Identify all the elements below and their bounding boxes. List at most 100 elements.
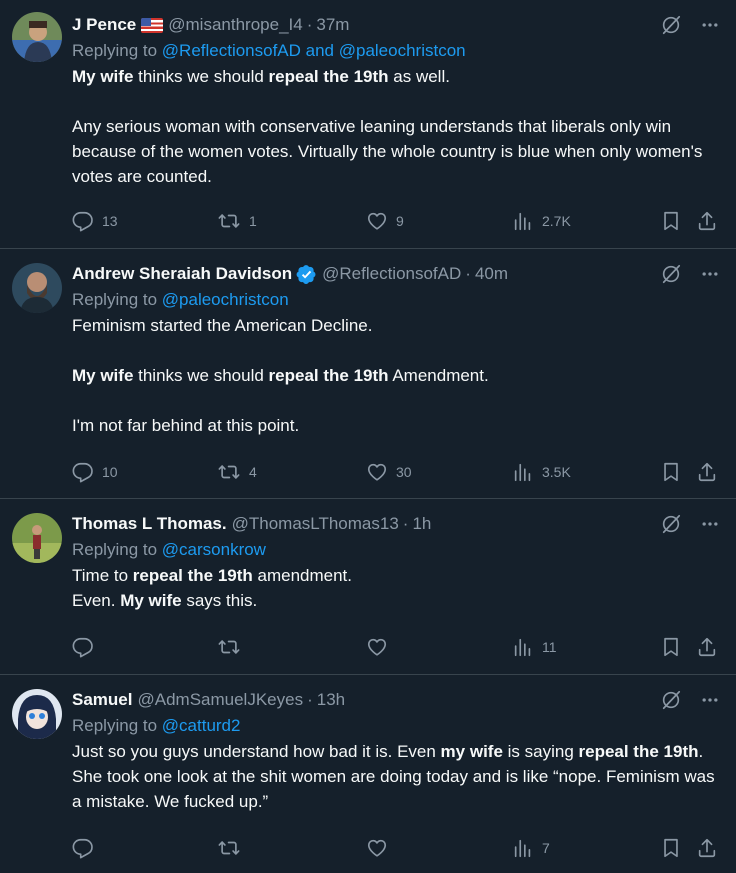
- tweet[interactable]: Andrew Sheraiah Davidson @ReflectionsofA…: [0, 249, 736, 499]
- repost-button[interactable]: [217, 836, 249, 860]
- tweet[interactable]: J Pence @misanthrope_I4 · 37m Replying t…: [0, 0, 736, 249]
- more-icon[interactable]: [700, 690, 720, 710]
- text-run: I'm not far behind at this point.: [72, 416, 300, 435]
- replying-to: Replying to @paleochristcon: [72, 287, 724, 313]
- view-count: 11: [542, 639, 557, 655]
- replying-to-label: Replying to: [72, 716, 162, 735]
- reply-mention[interactable]: @ReflectionsofAD and @paleochristcon: [162, 41, 466, 60]
- share-icon: [696, 837, 718, 859]
- grok-icon[interactable]: [660, 689, 682, 711]
- reply-button[interactable]: [72, 836, 102, 860]
- share-button[interactable]: [696, 836, 718, 860]
- tweet-top-icons: [660, 263, 720, 285]
- author-handle[interactable]: @ThomasLThomas13: [232, 514, 399, 534]
- reply-mention[interactable]: @paleochristcon: [162, 290, 289, 309]
- like-button[interactable]: 30: [366, 460, 412, 484]
- author-name[interactable]: Thomas L Thomas.: [72, 514, 227, 534]
- bookmark-button[interactable]: [660, 836, 682, 860]
- text-run: thinks we should: [133, 366, 269, 385]
- tweet-top-icons: [660, 14, 720, 36]
- tweet-paragraph: My wife thinks we should repeal the 19th…: [72, 64, 724, 89]
- separator-dot: ·: [465, 264, 471, 283]
- author-name[interactable]: Samuel: [72, 690, 132, 710]
- author-name[interactable]: Andrew Sheraiah Davidson: [72, 264, 292, 284]
- views-button[interactable]: 3.5K: [512, 460, 571, 484]
- replying-to-label: Replying to: [72, 540, 162, 559]
- grok-icon[interactable]: [660, 513, 682, 535]
- avatar[interactable]: [12, 263, 62, 313]
- grok-icon[interactable]: [660, 14, 682, 36]
- replying-to-label: Replying to: [72, 290, 162, 309]
- author-handle[interactable]: @AdmSamuelJKeyes: [137, 690, 303, 710]
- share-button[interactable]: [696, 635, 718, 659]
- avatar[interactable]: [12, 12, 62, 62]
- text-run: thinks we should: [133, 67, 269, 86]
- tweet-header: J Pence @misanthrope_I4 · 37m: [72, 12, 724, 38]
- more-icon[interactable]: [700, 15, 720, 35]
- tweet-top-icons: [660, 689, 720, 711]
- text-run: Amendment.: [388, 366, 489, 385]
- tweet-paragraph: Just so you guys understand how bad it i…: [72, 739, 724, 814]
- views-button[interactable]: 11: [512, 635, 557, 659]
- reply-mention[interactable]: @catturd2: [162, 716, 241, 735]
- repost-icon: [217, 837, 241, 859]
- repost-button[interactable]: 4: [217, 460, 257, 484]
- timestamp[interactable]: 13h: [317, 690, 345, 710]
- repost-button[interactable]: [217, 635, 249, 659]
- timestamp[interactable]: 40m: [475, 264, 508, 284]
- tweet-paragraph: Feminism started the American Decline.: [72, 313, 724, 338]
- reply-icon: [72, 461, 94, 483]
- avatar[interactable]: [12, 513, 62, 563]
- repost-count: 4: [249, 464, 257, 480]
- text-run: says this.: [181, 591, 258, 610]
- bold-text: My wife: [72, 366, 134, 385]
- reply-icon: [72, 636, 94, 658]
- tweet-header: Thomas L Thomas. @ThomasLThomas13 · 1h: [72, 511, 724, 537]
- tweet-text: Time to repeal the 19th amendment. Even. …: [72, 563, 724, 613]
- bookmark-button[interactable]: [660, 209, 682, 233]
- avatar[interactable]: [12, 689, 62, 739]
- tweet[interactable]: Samuel @AdmSamuelJKeyes · 13h Replying t…: [0, 675, 736, 873]
- author-handle[interactable]: @ReflectionsofAD: [322, 264, 461, 284]
- replying-to-label: Replying to: [72, 41, 162, 60]
- like-count: 30: [396, 464, 412, 480]
- views-button[interactable]: 2.7K: [512, 209, 571, 233]
- share-icon: [696, 210, 718, 232]
- views-button[interactable]: 7: [512, 836, 550, 860]
- author-handle[interactable]: @misanthrope_I4: [168, 15, 302, 35]
- tweet-top-icons: [660, 513, 720, 535]
- like-button[interactable]: 9: [366, 209, 404, 233]
- tweet-text: Just so you guys understand how bad it i…: [72, 739, 724, 814]
- timestamp[interactable]: 1h: [412, 514, 431, 534]
- tweet[interactable]: Thomas L Thomas. @ThomasLThomas13 · 1h R…: [0, 499, 736, 675]
- reply-mention[interactable]: @carsonkrow: [162, 540, 266, 559]
- reply-button[interactable]: 13: [72, 209, 118, 233]
- reply-button[interactable]: 10: [72, 460, 118, 484]
- timestamp[interactable]: 37m: [316, 15, 349, 35]
- tweet-paragraph: Any serious woman with conservative lean…: [72, 114, 724, 189]
- more-icon[interactable]: [700, 264, 720, 284]
- reply-icon: [72, 837, 94, 859]
- bookmark-button[interactable]: [660, 635, 682, 659]
- tweet-paragraph: I'm not far behind at this point.: [72, 413, 724, 438]
- bold-text: repeal the 19th: [578, 742, 699, 761]
- heart-icon: [366, 837, 388, 859]
- share-button[interactable]: [696, 460, 718, 484]
- reply-count: 13: [102, 213, 118, 229]
- like-button[interactable]: [366, 635, 396, 659]
- like-button[interactable]: [366, 836, 396, 860]
- more-icon[interactable]: [700, 514, 720, 534]
- views-icon: [512, 461, 534, 483]
- author-name[interactable]: J Pence: [72, 15, 136, 35]
- view-count: 3.5K: [542, 464, 571, 480]
- view-count: 2.7K: [542, 213, 571, 229]
- share-button[interactable]: [696, 209, 718, 233]
- grok-icon[interactable]: [660, 263, 682, 285]
- reply-icon: [72, 210, 94, 232]
- bookmark-button[interactable]: [660, 460, 682, 484]
- share-icon: [696, 636, 718, 658]
- separator-dot: ·: [307, 690, 313, 709]
- reply-button[interactable]: [72, 635, 102, 659]
- repost-button[interactable]: 1: [217, 209, 257, 233]
- verified-badge-icon: [296, 264, 316, 284]
